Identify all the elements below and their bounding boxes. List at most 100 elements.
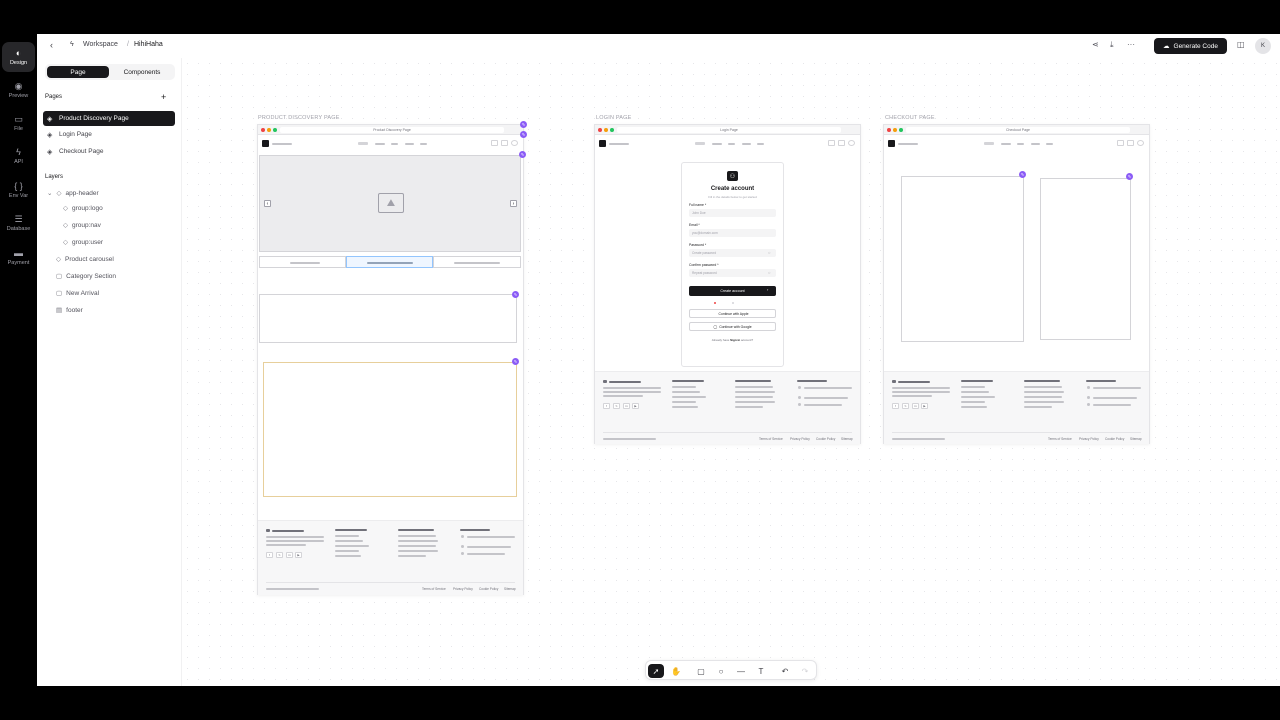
carousel-tab[interactable] [259,256,346,268]
rail-env-var[interactable]: { } Env Var [2,175,35,205]
browser-chrome: Login Page [595,125,860,135]
new-arrival-section[interactable] [263,362,517,497]
folder-icon: ▭ [14,114,23,124]
generate-code-button[interactable]: ☁ Generate Code [1154,38,1227,54]
component-icon: ◇ [56,256,61,263]
layer-group-logo[interactable]: ◇ group:logo [63,204,103,213]
user-plus-icon: ⚇ [727,171,738,181]
undo-tool[interactable]: ↶ [777,664,793,678]
workspace-logo-icon: ϟ [70,41,74,48]
frame-checkout[interactable]: Checkout Page f 𝕏 in ▶ Terms of Service … [883,124,1150,444]
layer-group-user[interactable]: ◇ group:user [63,238,103,247]
panel-toggle-icon[interactable]: ◫ [1237,40,1245,49]
braces-icon: { } [14,181,23,191]
left-rail: ◐ Design ◉ Preview ▭ File ϟ API { } Env Var ☰… [0,34,37,686]
google-icon: ◯ [713,324,718,329]
add-page-icon[interactable]: + [161,92,166,102]
url-bar: Product Discovery Page [280,127,504,133]
checkout-form-section[interactable] [901,176,1024,342]
comment-pin-icon[interactable]: ✎ [1019,171,1026,178]
rail-payment[interactable]: ▬ Payment [2,242,35,272]
frame-icon: ▢ [56,290,63,297]
confirm-password-input[interactable]: Repeat password [689,269,776,277]
product-carousel[interactable]: ⛰ ‹ › [259,155,521,252]
select-tool[interactable]: ➚ [648,664,664,678]
tab-components[interactable]: Components [111,66,173,78]
footer: f 𝕏 in ▶ Terms of Service Privacy Policy… [884,371,1149,444]
more-icon[interactable]: ··· [1127,40,1135,49]
breadcrumb-workspace[interactable]: Workspace [83,41,118,48]
comment-pin-icon[interactable]: ✎ [512,291,519,298]
order-summary-section[interactable] [1040,178,1131,340]
layer-app-header[interactable]: ⌄ ◇ app-header [47,189,99,198]
password-input[interactable]: Create password [689,249,776,257]
eye-off-icon[interactable]: ◌ [768,270,770,275]
full-name-input[interactable]: John Doe [689,209,776,217]
rectangle-tool[interactable]: ▢ [693,664,709,678]
carousel-tab-selected[interactable] [346,256,433,268]
share-icon[interactable]: ⋖ [1092,40,1099,49]
comment-pin-icon[interactable]: ✎ [520,121,527,128]
rail-database[interactable]: ☰ Database [2,208,35,238]
database-icon: ☰ [14,214,23,224]
layer-new-arrival[interactable]: ▢ New Arrival [56,289,99,298]
image-placeholder-icon: ⛰ [378,193,404,213]
download-icon[interactable]: ⤓ [1110,40,1114,50]
hand-tool[interactable]: ✋ [668,664,684,678]
tab-page[interactable]: Page [47,66,109,78]
category-section[interactable] [259,294,517,343]
continue-google-button[interactable]: ◯ Continue with Google [689,322,776,331]
layer-group-nav[interactable]: ◇ group:nav [63,221,101,230]
rail-file[interactable]: ▭ File [2,108,35,138]
back-icon[interactable]: ‹ [50,40,53,50]
sidebar-tabs: Page Components [45,64,175,80]
layer-product-carousel[interactable]: ◇ Product carousel [56,255,114,264]
rail-preview[interactable]: ◉ Preview [2,75,35,105]
layers-icon: ◈ [47,131,53,139]
eye-off-icon[interactable]: ◌ [768,250,770,255]
frame-product-discovery[interactable]: Product Discovery Page ⛰ ‹ › f 𝕏 in ▶ Te… [257,124,524,595]
frame-login[interactable]: Login Page ⚇ Create account Fill in the … [594,124,861,444]
carousel-prev-icon[interactable]: ‹ [264,200,271,207]
page-item-login[interactable]: ◈ Login Page [43,127,175,142]
signup-title: Create account [710,186,755,192]
comment-pin-icon[interactable]: ✎ [1126,173,1133,180]
carousel-next-icon[interactable]: › [510,200,517,207]
eye-icon: ◉ [14,81,23,91]
rail-design[interactable]: ◐ Design [2,42,35,72]
mini-logo [888,140,895,147]
signup-subtitle: Fill in the details below to get started [708,195,757,199]
continue-apple-button[interactable]: Continue with Apple [689,309,776,318]
signup-card: ⚇ Create account Fill in the details bel… [681,162,784,367]
frame-label-discovery: PRODUCT DISCOVERY PAGE [258,115,340,121]
layers-icon: ◈ [47,148,53,156]
line-tool[interactable]: — [733,664,749,678]
comment-pin-icon[interactable]: ✎ [520,131,527,138]
table-icon: ▤ [56,307,63,314]
mini-logo [599,140,606,147]
page-item-checkout[interactable]: ◈ Checkout Page [43,144,175,159]
avatar[interactable]: K [1255,38,1271,54]
comment-pin-icon[interactable]: ✎ [512,358,519,365]
frame-label-login: LOGIN PAGE [596,115,632,121]
layer-category-section[interactable]: ▢ Category Section [56,272,116,281]
signin-prompt: Already have Sign in account? [711,338,754,342]
rail-api[interactable]: ϟ API [2,141,35,171]
collapse-icon[interactable]: ⌄ [47,189,52,197]
cloud-icon: ☁ [1163,43,1170,50]
breadcrumb-separator: / [127,41,129,48]
ellipse-tool[interactable]: ○ [713,664,729,678]
page-item-product-discovery[interactable]: ◈ Product Discovery Page [43,111,175,126]
create-account-button[interactable]: Create account [689,286,776,296]
component-icon: ◇ [63,205,68,212]
email-input[interactable]: you@domain.com [689,229,776,237]
text-tool[interactable]: T [753,664,769,678]
comment-pin-icon[interactable]: ✎ [519,151,526,158]
carousel-tab[interactable] [433,256,521,268]
layer-footer[interactable]: ▤ footer [56,306,83,315]
signin-link[interactable]: Sign in [730,338,740,342]
frame-label-checkout: CHECKOUT PAGE [885,115,935,121]
redo-tool[interactable]: ↷ [797,664,813,678]
breadcrumb-project[interactable]: HihiHaha [134,41,163,48]
footer: f 𝕏 in ▶ Terms of Service Privacy Policy… [595,371,860,444]
